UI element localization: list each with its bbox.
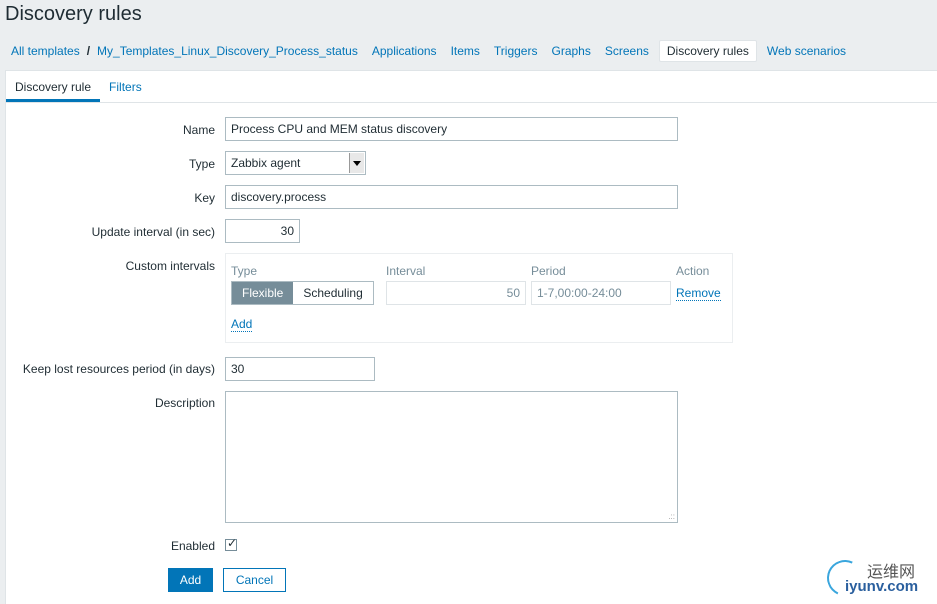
flexible-option[interactable]: Flexible: [232, 282, 294, 304]
remove-interval-link[interactable]: Remove: [676, 286, 721, 301]
scheduling-option[interactable]: Scheduling: [293, 282, 373, 304]
watermark-logo: 运维网 iyunv.com: [821, 554, 931, 602]
name-input[interactable]: Process CPU and MEM status discovery: [225, 117, 678, 141]
page-title: Discovery rules: [5, 3, 142, 25]
period-input[interactable]: 1-7,00:00-24:00: [531, 281, 671, 305]
type-label: Type: [188, 157, 215, 171]
nav-graphs[interactable]: Graphs: [544, 40, 597, 62]
key-input[interactable]: discovery.process: [225, 185, 678, 209]
add-interval-link[interactable]: Add: [231, 317, 253, 332]
chevron-down-icon[interactable]: [349, 153, 364, 173]
tab-discovery-rule[interactable]: Discovery rule: [6, 72, 101, 102]
enabled-checkbox[interactable]: [225, 536, 237, 551]
interval-input[interactable]: 50: [386, 281, 526, 305]
col-action-header: Action: [676, 264, 710, 278]
breadcrumb-navbar: All templates / My_Templates_Linux_Disco…: [5, 40, 853, 62]
description-textarea[interactable]: .::: [225, 391, 678, 523]
tab-filters[interactable]: Filters: [100, 72, 151, 102]
watermark-en: iyunv.com: [845, 578, 919, 595]
update-interval-label: Update interval (in sec): [91, 225, 215, 239]
cancel-button[interactable]: Cancel: [223, 568, 286, 592]
col-interval-header: Interval: [386, 264, 426, 278]
interval-type-toggle: Flexible Scheduling: [231, 281, 374, 305]
keep-lost-label: Keep lost resources period (in days): [22, 362, 215, 376]
tab-bar: Discovery rule Filters: [6, 71, 937, 103]
nav-items[interactable]: Items: [444, 40, 487, 62]
description-label: Description: [154, 396, 215, 410]
custom-intervals-table: Type Interval Period Action Flexible Sch…: [225, 253, 733, 343]
keep-lost-input[interactable]: 30: [225, 357, 375, 381]
nav-applications[interactable]: Applications: [365, 40, 444, 62]
type-select-value: Zabbix agent: [231, 156, 301, 170]
custom-intervals-label: Custom intervals: [125, 259, 215, 273]
form-panel: Discovery rule Filters Name Process CPU …: [5, 70, 937, 604]
col-type-header: Type: [231, 264, 258, 278]
update-interval-input[interactable]: 30: [225, 219, 300, 243]
add-button[interactable]: Add: [168, 568, 213, 592]
template-link[interactable]: My_Templates_Linux_Discovery_Process_sta…: [90, 40, 365, 62]
nav-screens[interactable]: Screens: [598, 40, 656, 62]
col-period-header: Period: [531, 264, 566, 278]
nav-web-scenarios[interactable]: Web scenarios: [760, 40, 853, 62]
key-label: Key: [194, 191, 215, 205]
enabled-label: Enabled: [170, 539, 215, 553]
resize-handle-icon[interactable]: .::: [668, 513, 675, 521]
nav-discovery-rules[interactable]: Discovery rules: [658, 40, 757, 62]
type-select[interactable]: Zabbix agent: [225, 151, 366, 175]
nav-triggers[interactable]: Triggers: [487, 40, 545, 62]
all-templates-link[interactable]: All templates: [5, 40, 87, 62]
name-label: Name: [182, 123, 215, 137]
